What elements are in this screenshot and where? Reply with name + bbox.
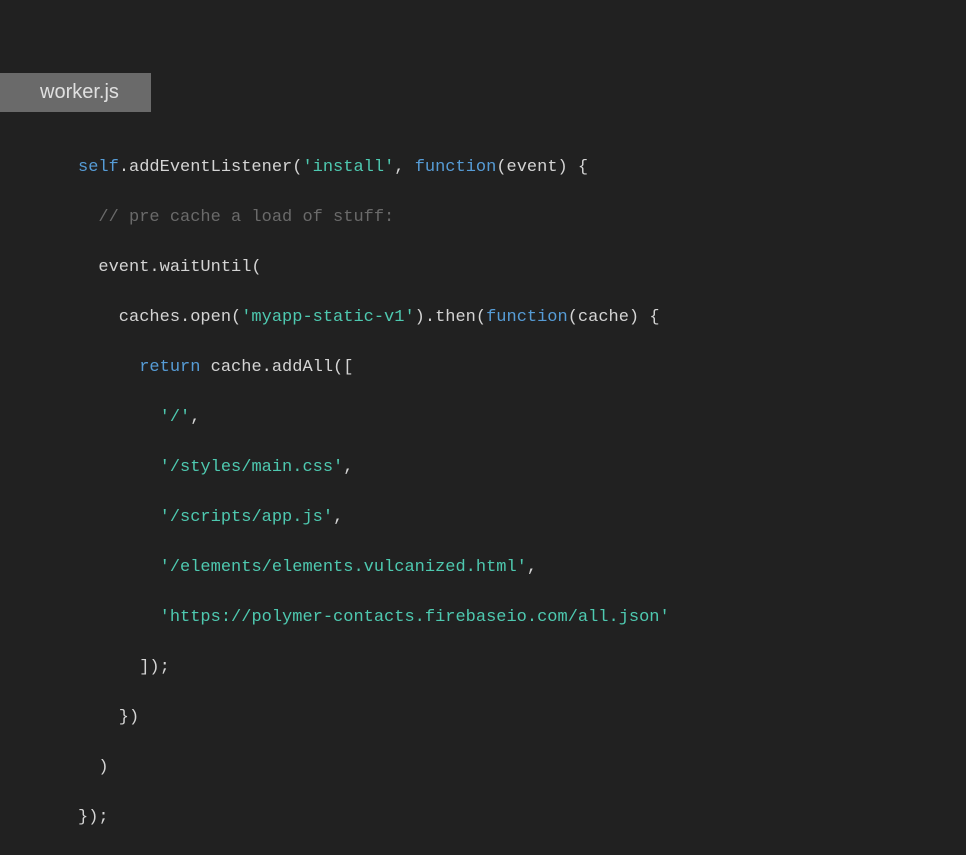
token: ,: [394, 158, 414, 177]
code-line: ]);: [78, 655, 670, 680]
token-keyword: function: [415, 158, 497, 177]
code-line: // pre cache a load of stuff:: [78, 205, 670, 230]
token-string: 'install': [302, 158, 394, 177]
code-line: self.addEventListener('install', functio…: [78, 155, 670, 180]
token: [78, 558, 160, 577]
token: [78, 208, 98, 227]
token: event.waitUntil(: [78, 258, 262, 277]
code-line: event.waitUntil(: [78, 255, 670, 280]
token: [78, 608, 160, 627]
token: ]);: [78, 658, 170, 677]
token: ,: [343, 458, 353, 477]
code-line: });: [78, 805, 670, 830]
token: [78, 508, 160, 527]
code-line: }): [78, 705, 670, 730]
code-line: '/',: [78, 405, 670, 430]
token: [78, 358, 139, 377]
token-string: 'https://polymer-contacts.firebaseio.com…: [160, 608, 670, 627]
token: });: [78, 808, 109, 827]
token: cache.addAll([: [200, 358, 353, 377]
token: ,: [527, 558, 537, 577]
code-line: caches.open('myapp-static-v1').then(func…: [78, 305, 670, 330]
token: ,: [333, 508, 343, 527]
token-keyword: function: [486, 308, 568, 327]
token-string: '/styles/main.css': [160, 458, 344, 477]
token: [78, 408, 160, 427]
token: .addEventListener(: [119, 158, 303, 177]
token: }): [78, 708, 139, 727]
token: [78, 458, 160, 477]
token-comment: // pre cache a load of stuff:: [98, 208, 394, 227]
code-line: ): [78, 755, 670, 780]
code-line: return cache.addAll([: [78, 355, 670, 380]
code-editor[interactable]: self.addEventListener('install', functio…: [78, 130, 670, 855]
token: (cache) {: [568, 308, 660, 327]
file-tab[interactable]: worker.js: [0, 73, 151, 112]
code-line: '/elements/elements.vulcanized.html',: [78, 555, 670, 580]
token-string: 'myapp-static-v1': [241, 308, 414, 327]
code-line: 'https://polymer-contacts.firebaseio.com…: [78, 605, 670, 630]
token: ): [78, 758, 109, 777]
token: (event) {: [496, 158, 588, 177]
file-tab-label: worker.js: [40, 81, 119, 103]
code-line: '/styles/main.css',: [78, 455, 670, 480]
token-self: self: [78, 158, 119, 177]
token: ,: [190, 408, 200, 427]
token-string: '/': [160, 408, 191, 427]
token-string: '/elements/elements.vulcanized.html': [160, 558, 527, 577]
token: ).then(: [415, 308, 486, 327]
token-string: '/scripts/app.js': [160, 508, 333, 527]
token-keyword: return: [139, 358, 200, 377]
token: caches.open(: [78, 308, 241, 327]
code-line: '/scripts/app.js',: [78, 505, 670, 530]
